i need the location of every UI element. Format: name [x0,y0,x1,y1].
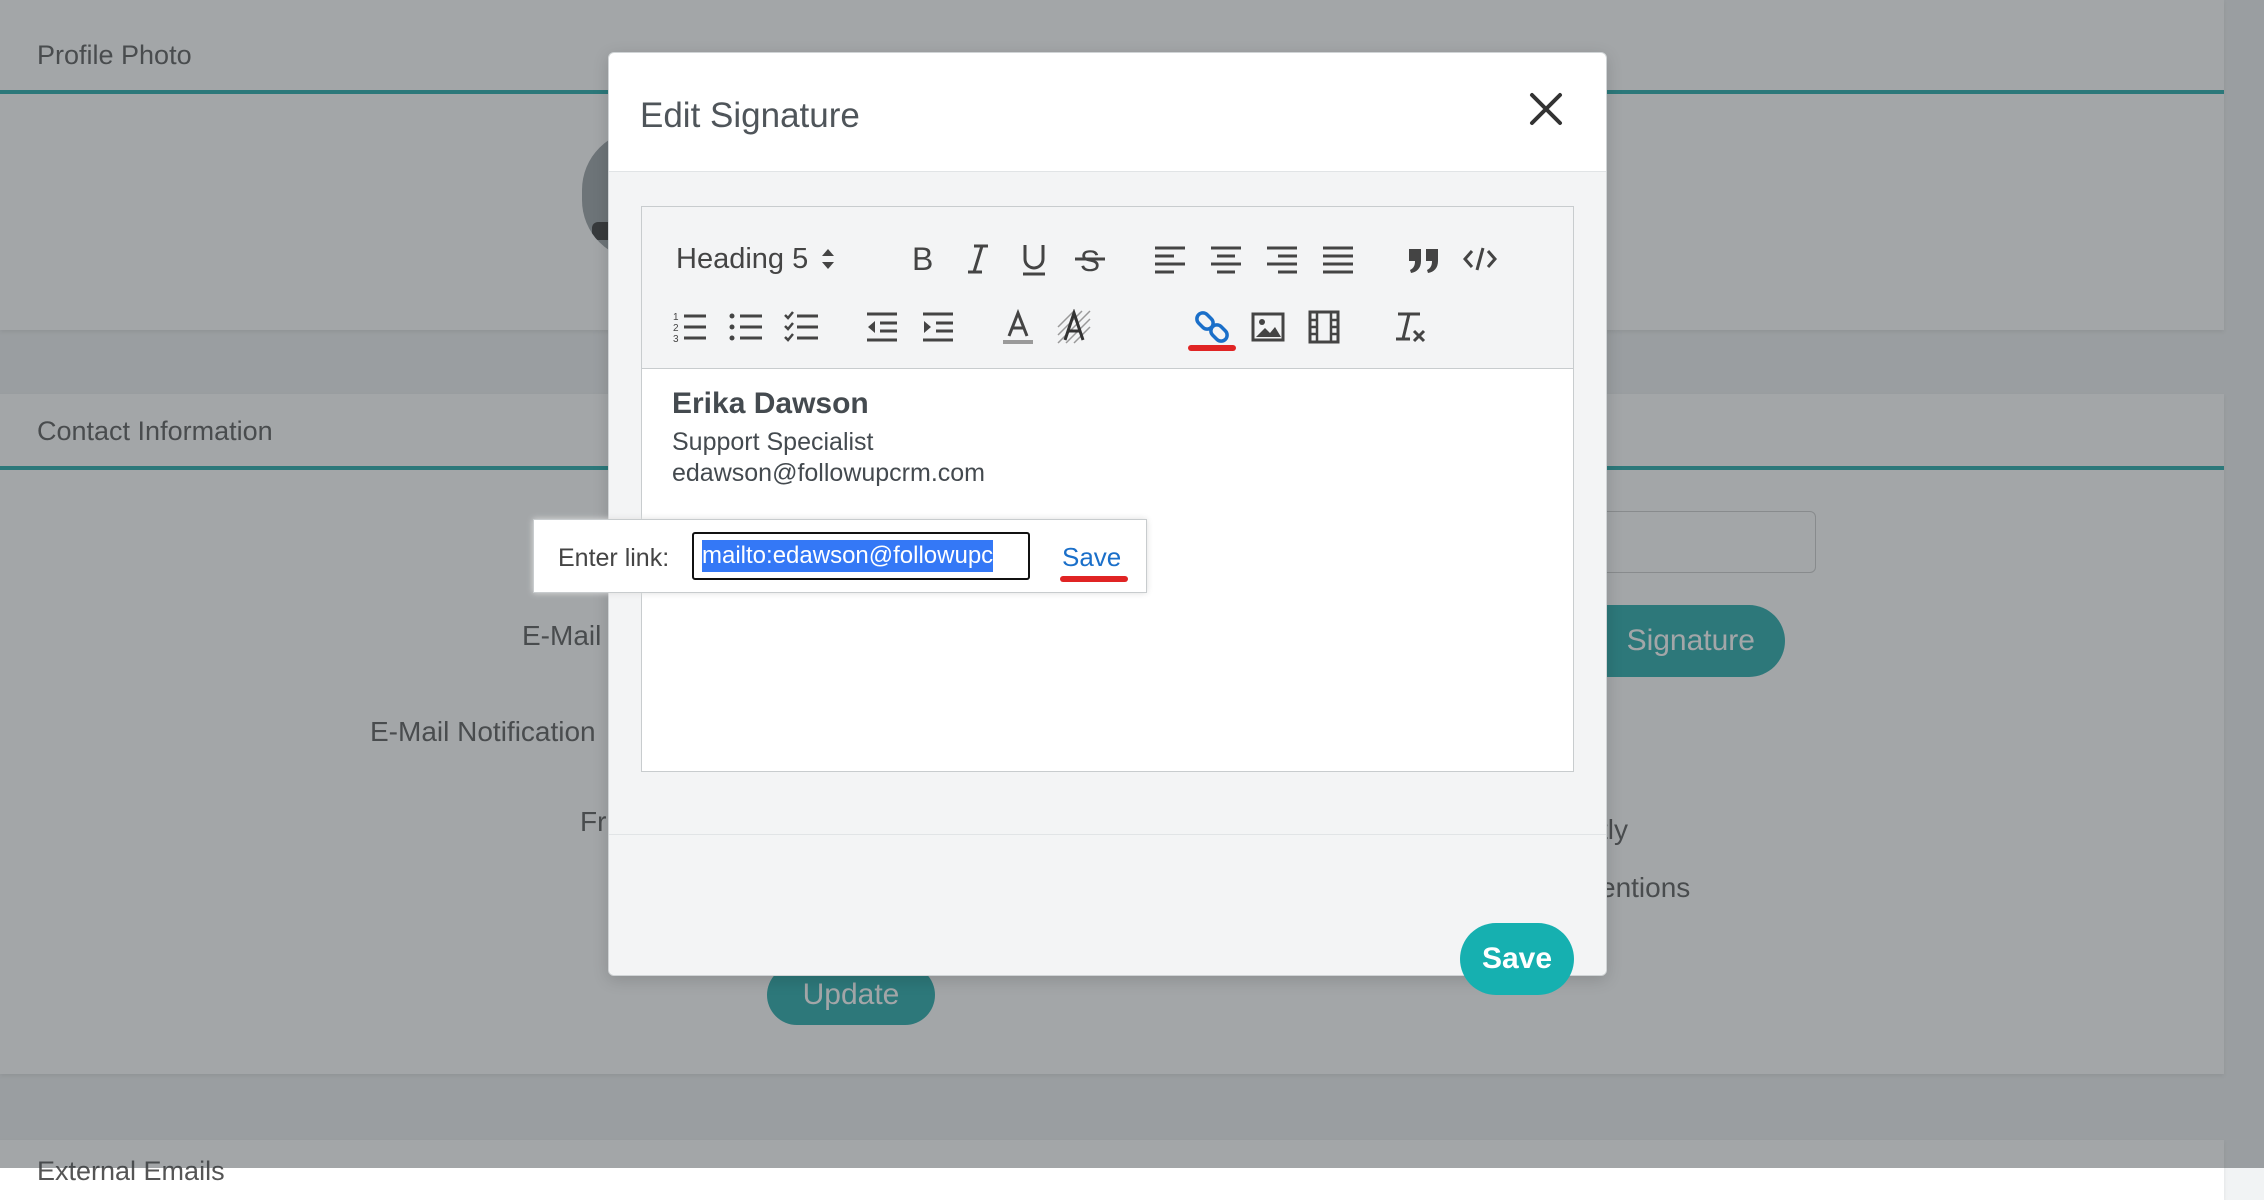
close-icon[interactable] [1526,89,1566,129]
updown-icon [822,249,835,269]
signature-editor: Heading 5 B S 1 2 3 Erika Dawson Support… [641,206,1574,772]
outdent-icon[interactable] [860,305,904,349]
underline-icon[interactable] [1012,237,1056,281]
align-right-icon[interactable] [1260,237,1304,281]
link-icon[interactable] [1190,305,1234,349]
video-icon[interactable] [1302,305,1346,349]
link-active-indicator [1188,345,1236,351]
strikethrough-icon[interactable]: S [1068,237,1112,281]
bold-icon[interactable]: B [900,237,944,281]
align-center-icon[interactable] [1204,237,1248,281]
edit-signature-modal: Edit Signature Heading 5 B S 1 2 3 Erika… [608,52,1607,995]
clear-format-icon[interactable] [1388,305,1432,349]
modal-header: Edit Signature [609,53,1606,172]
background-color-icon[interactable] [1052,305,1096,349]
modal-footer: Save [609,835,1606,995]
bullet-list-icon[interactable] [724,305,768,349]
modal-title: Edit Signature [640,96,860,135]
checklist-icon[interactable] [780,305,824,349]
link-input-value: mailto:edawson@followupc [702,540,994,572]
image-icon[interactable] [1246,305,1290,349]
indent-icon[interactable] [916,305,960,349]
link-input[interactable]: mailto:edawson@followupc [692,532,1030,580]
editor-toolbar: Heading 5 B S 1 2 3 [642,207,1573,369]
signature-name: Erika Dawson [672,387,869,420]
link-tooltip: Enter link: mailto:edawson@followupc Sav… [533,519,1147,593]
svg-text:1: 1 [673,312,679,323]
editor-content[interactable]: Erika Dawson Support Specialist edawson@… [672,387,1543,489]
blockquote-icon[interactable] [1402,237,1446,281]
link-save-button[interactable]: Save [1062,542,1121,573]
italic-icon[interactable] [956,237,1000,281]
signature-title: Support Specialist [672,428,874,456]
align-justify-icon[interactable] [1316,237,1360,281]
link-save-indicator [1060,576,1128,582]
svg-text:3: 3 [673,334,679,345]
svg-text:2: 2 [673,323,679,334]
signature-email: edawson@followupcrm.com [672,459,986,487]
modal-body: Heading 5 B S 1 2 3 Erika Dawson Support… [609,172,1606,835]
code-icon[interactable] [1458,237,1502,281]
svg-text:S: S [1080,245,1100,277]
heading-select[interactable]: Heading 5 [676,237,836,281]
svg-text:B: B [912,241,933,277]
text-color-icon[interactable] [996,305,1040,349]
ordered-list-icon[interactable]: 123 [668,305,712,349]
save-button[interactable]: Save [1460,923,1574,995]
align-left-icon[interactable] [1148,237,1192,281]
heading-select-value: Heading 5 [676,242,809,275]
link-label: Enter link: [558,544,670,572]
